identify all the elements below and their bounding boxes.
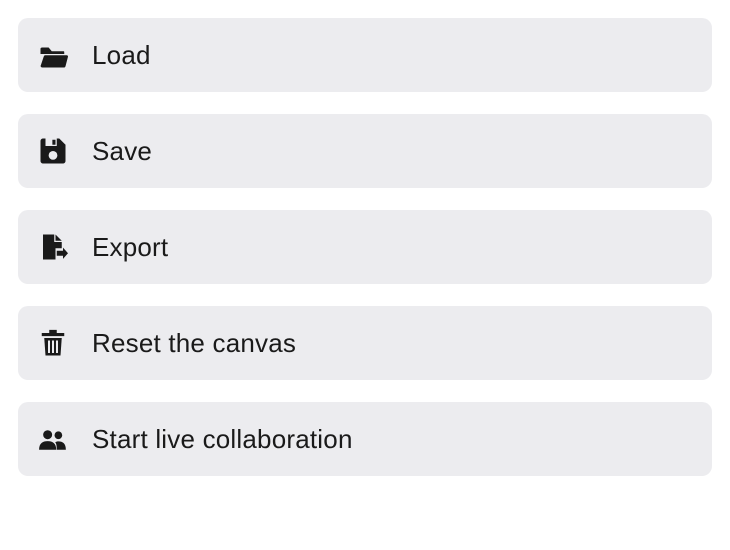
trash-icon (38, 327, 74, 359)
load-button[interactable]: Load (18, 18, 712, 92)
menu-item-label: Load (92, 40, 151, 71)
menu-item-label: Reset the canvas (92, 328, 296, 359)
menu-item-label: Export (92, 232, 168, 263)
file-menu: Load Save Export (0, 0, 730, 494)
floppy-disk-icon (38, 135, 74, 167)
menu-item-label: Save (92, 136, 152, 167)
folder-open-icon (38, 39, 74, 71)
file-export-icon (38, 231, 74, 263)
start-live-collaboration-button[interactable]: Start live collaboration (18, 402, 712, 476)
reset-canvas-button[interactable]: Reset the canvas (18, 306, 712, 380)
users-icon (38, 423, 74, 455)
export-button[interactable]: Export (18, 210, 712, 284)
save-button[interactable]: Save (18, 114, 712, 188)
menu-item-label: Start live collaboration (92, 424, 353, 455)
